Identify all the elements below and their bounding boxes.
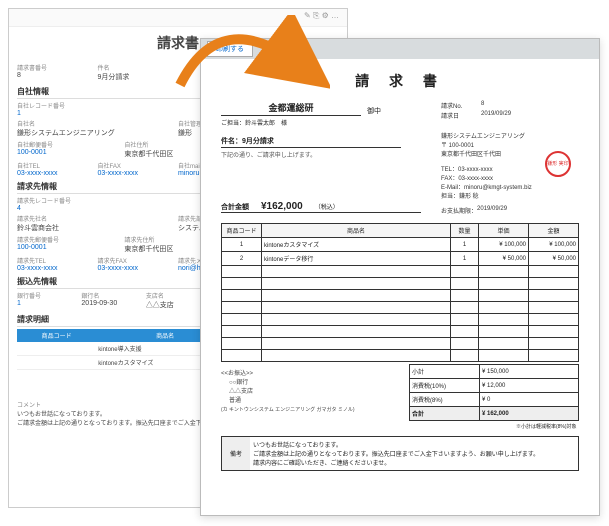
td: 1 (451, 252, 479, 266)
lbl: 請求先FAX (98, 256, 179, 265)
onchu: 御中 (367, 106, 381, 116)
lbl: 自社名 (17, 119, 178, 128)
date-label: 請求日 (441, 111, 481, 120)
subj-value: 9月分請求 (242, 138, 274, 145)
sender-mgr: 担当：鎌形 稔 (441, 191, 579, 200)
lbl: 請求先TEL (17, 256, 98, 265)
val: 1 (17, 300, 81, 307)
table-row: 2kintoneデータ移行1¥ 50,000¥ 50,000 (222, 252, 579, 266)
val: 03-xxxx-xxxx (98, 265, 179, 272)
val: 03-xxxx-xxxx (98, 170, 179, 177)
lbl: 自社郵便番号 (17, 140, 124, 149)
attn-value: 鈴斗雲太郎 様 (245, 118, 287, 127)
remarks-header: 備考 (222, 437, 250, 470)
td: ¥ 50,000 (479, 252, 529, 266)
td (17, 342, 96, 356)
th: 商品コード (222, 224, 262, 238)
remarks-box: 備考 いつもお世話になっております。 ご請求金額は上記の通りとなっております。振… (221, 436, 579, 471)
subj-label: 件名： (221, 138, 242, 145)
sum-label: 消費税(8%) (410, 393, 480, 407)
tax-note: ※小計は軽減税率(8%)対象 (410, 421, 579, 433)
sum-value: ¥ 12,000 (480, 379, 579, 393)
invoice-no-value: 8 (17, 72, 98, 79)
val: 03-xxxx-xxxx (17, 170, 98, 177)
total-value: ¥162,000 (261, 201, 303, 212)
pay-bank: ○○銀行 (229, 377, 403, 386)
preview-toolbar: 印刷する (201, 39, 599, 59)
th: 商品コード (17, 329, 96, 342)
sum-label: 小計 (410, 365, 480, 379)
td: ¥ 100,000 (529, 238, 579, 252)
sum-value: ¥ 150,000 (480, 365, 579, 379)
val: 鈴斗雲商会社 (17, 223, 178, 233)
pay-header: <<お振込>> (221, 368, 403, 377)
sum-label: 消費税(10%) (410, 379, 480, 393)
due-value: 2019/09/29 (477, 206, 507, 215)
doc-note: 下記の通り、ご請求申し上げます。 (221, 150, 421, 159)
due-label: お支払期限： (441, 206, 477, 215)
date-value: 2019/09/29 (481, 111, 511, 120)
form-toolbar[interactable]: ✎ ⎘ ⚙ … (9, 9, 347, 27)
th: 商品名 (262, 224, 451, 238)
td: kintoneカスタマイズ (262, 238, 451, 252)
no-value: 8 (481, 101, 484, 110)
invoice-lines-table: 商品コード 商品名 数量 単価 金額 1kintoneカスタマイズ1¥ 100,… (221, 223, 579, 362)
sender-zip: 〒 100-0001 (441, 140, 579, 149)
val: 03-xxxx-xxxx (17, 265, 98, 272)
remark-line: 請求内容にご確認いただき、ご連絡くださいませ。 (253, 458, 575, 467)
remark-line: いつもお世話になっております。 (253, 440, 575, 449)
remark-line: ご請求金額は上記の通りとなっております。振込先口座までご入金下さいますよう、お願… (253, 449, 575, 458)
total-tax-note: （税込） (315, 202, 339, 211)
client-company: 金都運総研 (221, 101, 361, 116)
attn-label: ご担当： (221, 118, 245, 127)
val: 100-0001 (17, 149, 124, 156)
table-row: 1kintoneカスタマイズ1¥ 100,000¥ 100,000 (222, 238, 579, 252)
th: 金額 (529, 224, 579, 238)
print-preview-panel: 印刷する 請 求 書 金都運総研 御中 ご担当：鈴斗雲太郎 様 件名：9月分請求… (200, 38, 600, 516)
td: 1 (222, 238, 262, 252)
td: ¥ 50,000 (529, 252, 579, 266)
lbl: 銀行名 (81, 291, 145, 300)
lbl: 請求先郵便番号 (17, 235, 124, 244)
td: 1 (451, 238, 479, 252)
pay-branch: △△支店 (229, 386, 403, 395)
doc-title: 請 求 書 (221, 71, 579, 91)
stamp-icon: 鎌形 実印 (545, 151, 571, 177)
total-label: 合計金額 (221, 202, 249, 212)
print-button[interactable]: 印刷する (207, 41, 253, 57)
lbl: 自社FAX (98, 161, 179, 170)
val: 鎌形システムエンジニアリング (17, 128, 178, 138)
invoice-no-label: 請求書番号 (17, 63, 98, 72)
td: ¥ 100,000 (479, 238, 529, 252)
lbl: 銀行番号 (17, 291, 81, 300)
td: kintoneデータ移行 (262, 252, 451, 266)
pay-type: 普通 (229, 395, 403, 404)
sum-value: ¥ 0 (480, 393, 579, 407)
payee: (カ キントウンシステム エンジニアリング ガマガタ ミノル) (221, 406, 403, 413)
sender-name: 鎌形システムエンジニアリング (441, 131, 579, 140)
td: 2 (222, 252, 262, 266)
summary-table: 小計¥ 150,000 消費税(10%)¥ 12,000 消費税(8%)¥ 0 … (409, 364, 579, 432)
val: 100-0001 (17, 244, 124, 251)
val: 2019-09-30 (81, 300, 145, 307)
th: 数量 (451, 224, 479, 238)
sender-mail: E-Mail：minoru@kmgt-system.biz (441, 182, 579, 191)
td (17, 356, 96, 370)
lbl: 請求先社名 (17, 214, 178, 223)
th: 単価 (479, 224, 529, 238)
sum-label: 合計 (410, 407, 480, 421)
sum-value: ¥ 162,000 (480, 407, 579, 421)
no-label: 請求No. (441, 101, 481, 110)
grand-total: 合計金額 ¥162,000 （税込） (221, 201, 421, 213)
lbl: 自社TEL (17, 161, 98, 170)
